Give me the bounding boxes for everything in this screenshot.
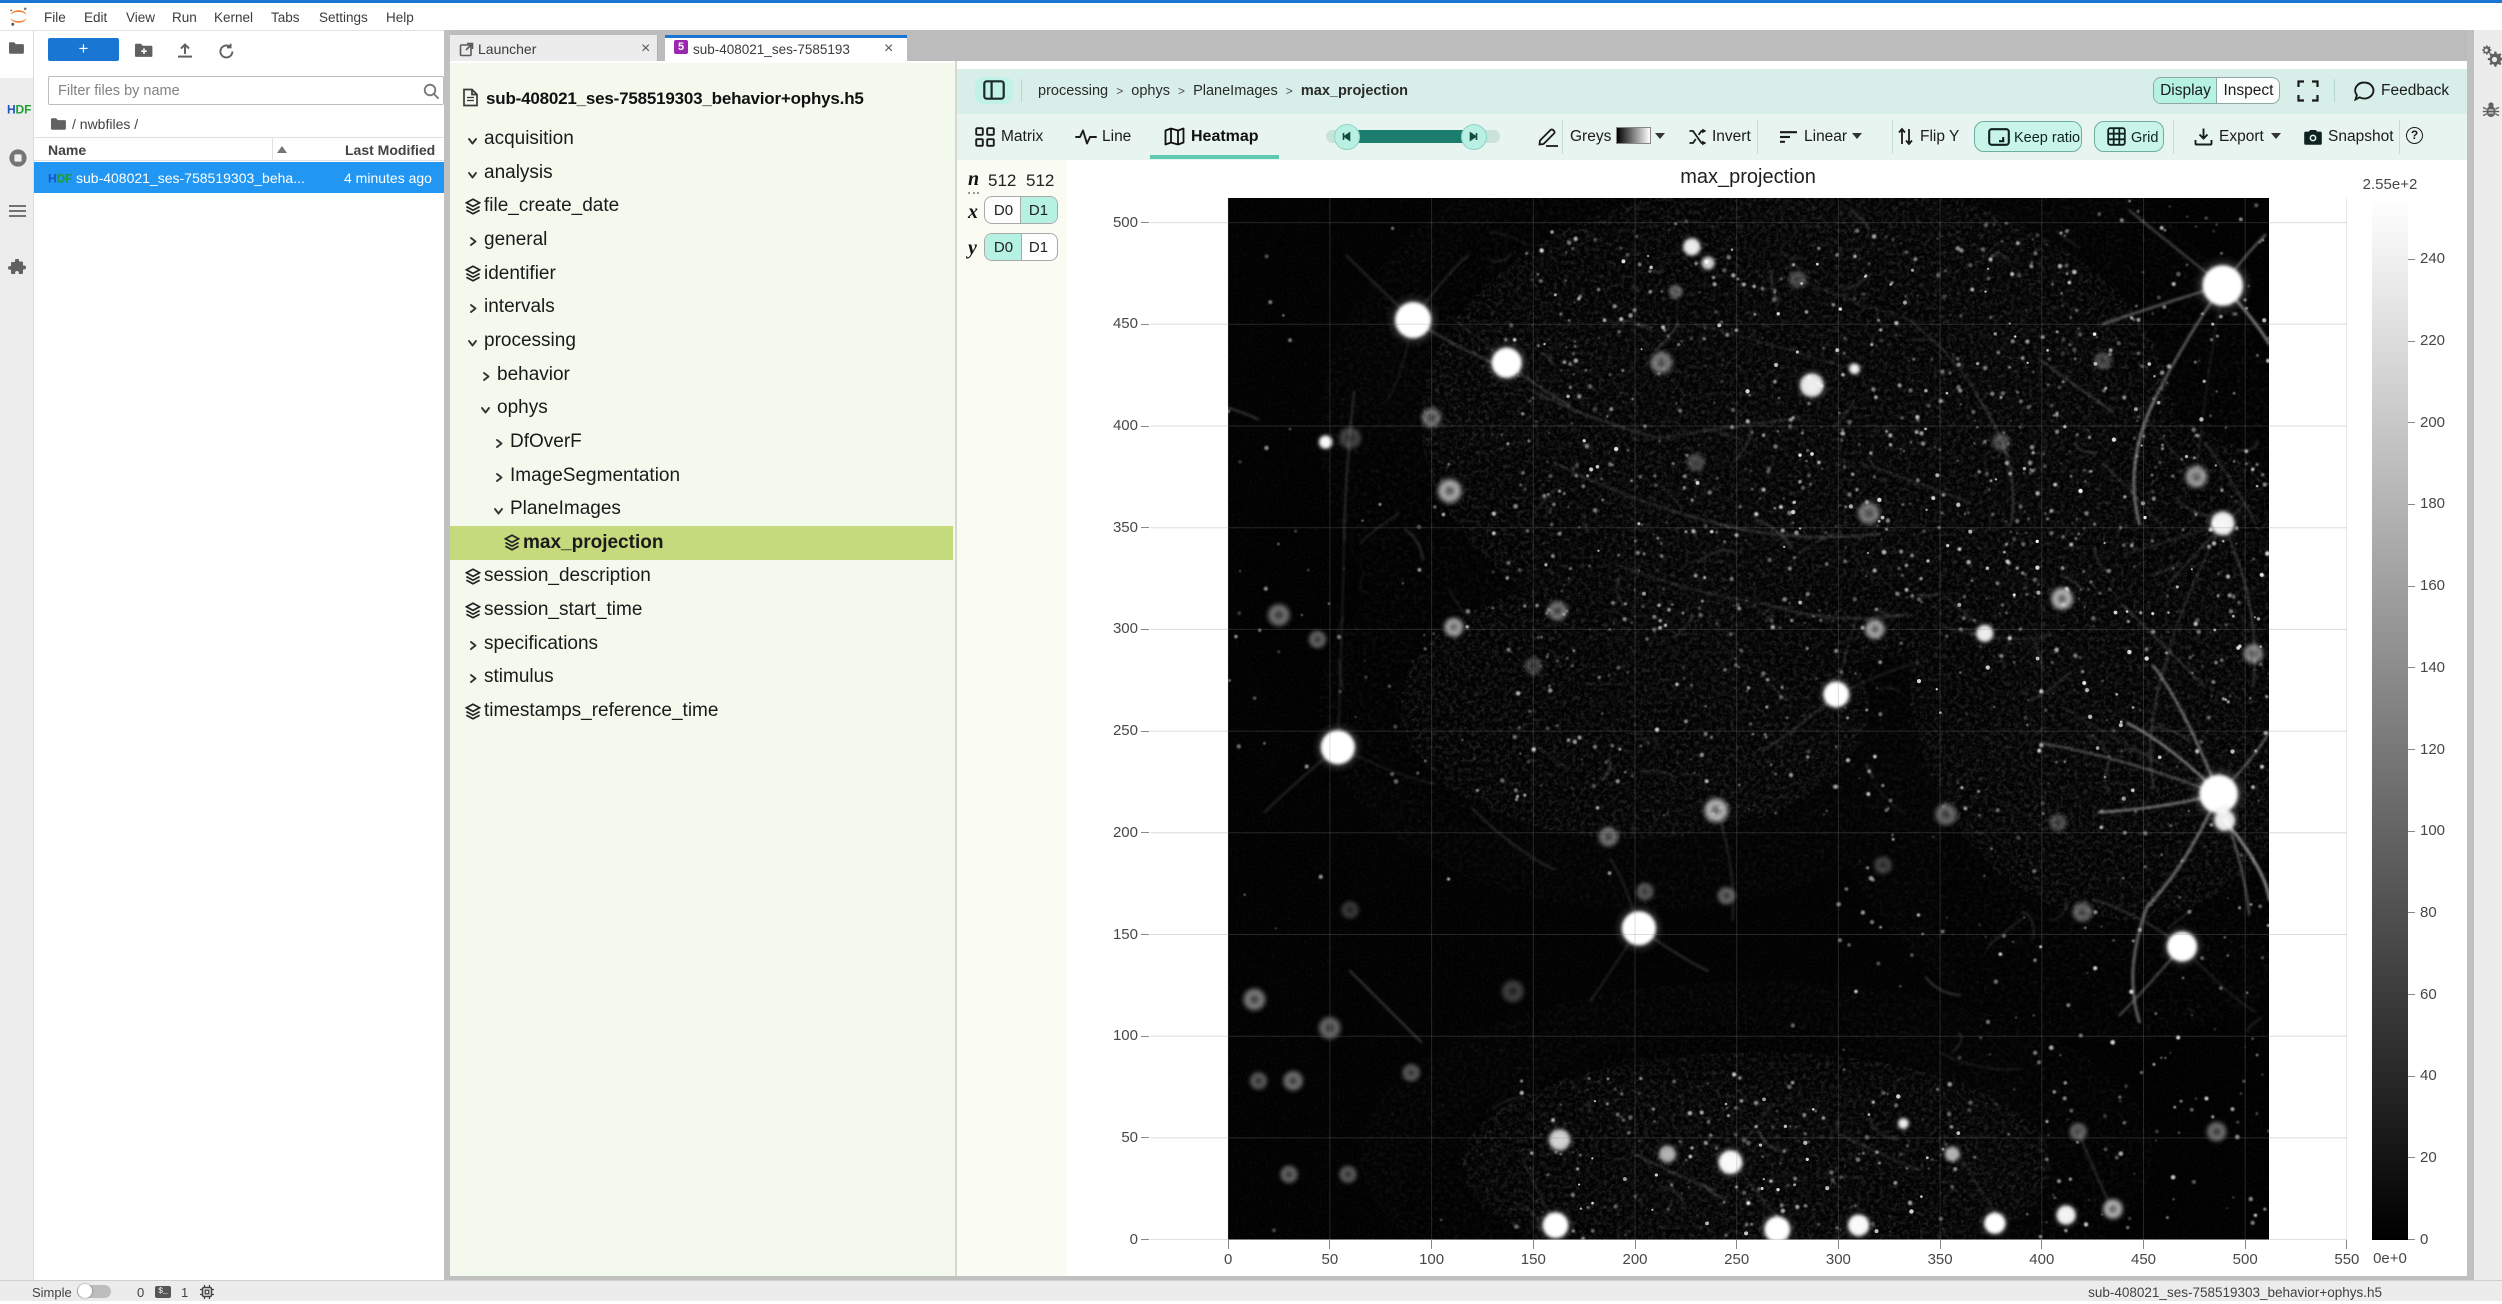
- svg-text:H: H: [7, 103, 16, 117]
- svg-text:H: H: [48, 172, 57, 186]
- svg-text:DF: DF: [16, 103, 32, 117]
- svg-text:DF: DF: [57, 172, 73, 186]
